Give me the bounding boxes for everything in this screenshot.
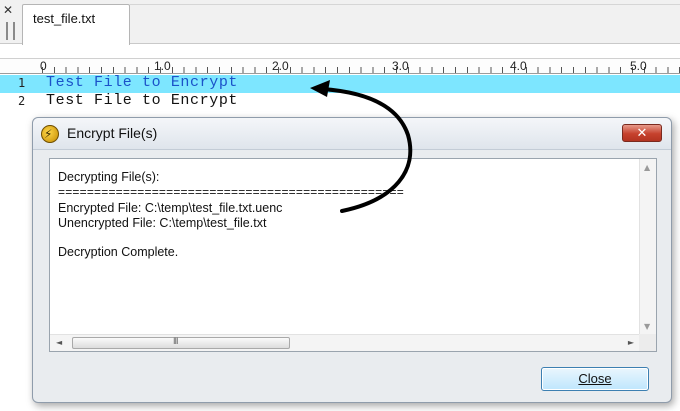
scrollbar-corner (639, 334, 656, 351)
log-separator: ========================================… (58, 185, 404, 199)
encrypt-tool-icon: ⚡ (41, 125, 59, 143)
ruler-label: 2.0 (272, 59, 289, 73)
ruler-label: 1.0 (154, 59, 171, 73)
scroll-left-icon[interactable]: ◄ (56, 338, 62, 347)
tab-test-file[interactable]: test_file.txt (22, 4, 130, 45)
grip-handle[interactable] (6, 22, 15, 40)
output-log[interactable]: Decrypting File(s): ====================… (49, 158, 657, 352)
log-line: Unencrypted File: C:\temp\test_file.txt (58, 216, 267, 230)
dialog-titlebar[interactable]: ⚡ Encrypt File(s) ✕ (33, 118, 671, 150)
scroll-up-icon[interactable]: ▲ (644, 163, 650, 172)
scrollbar-thumb[interactable]: III (72, 336, 290, 349)
log-line: Encrypted File: C:\temp\test_file.txt.ue… (58, 201, 283, 215)
scroll-right-icon[interactable]: ► (628, 338, 634, 347)
close-button[interactable]: Close (541, 367, 649, 391)
close-button-label: Close (578, 371, 612, 386)
encrypt-files-dialog: ⚡ Encrypt File(s) ✕ Decrypting File(s): … (32, 117, 672, 403)
horizontal-scrollbar[interactable]: ◄ III ► (50, 334, 640, 351)
ruler-label: 3.0 (392, 59, 409, 73)
log-line: Decryption Complete. (58, 245, 179, 259)
ruler-label: 5.0 (630, 59, 647, 73)
tab-label: test_file.txt (33, 11, 96, 26)
tab-bar: ✕ test_file.txt (0, 0, 680, 45)
scroll-down-icon[interactable]: ▼ (644, 322, 650, 331)
dialog-title: Encrypt File(s) (67, 125, 158, 141)
ruler-label: 4.0 (510, 59, 527, 73)
tab-divider (130, 4, 680, 5)
line-number: 1 (18, 76, 26, 90)
dialog-close-button[interactable]: ✕ (622, 124, 662, 142)
log-line: Decrypting File(s): (58, 170, 160, 184)
editor-line[interactable]: 2 Test File to Encrypt (0, 92, 680, 111)
line-text[interactable]: Test File to Encrypt (46, 92, 238, 109)
editor-line-current[interactable]: 1 Test File to Encrypt (0, 74, 680, 93)
line-text[interactable]: Test File to Encrypt (46, 74, 238, 91)
ruler-label: 0 (40, 59, 47, 73)
ruler: 0 1.0 2.0 3.0 4.0 5.0 (0, 58, 680, 74)
line-number: 2 (18, 94, 26, 108)
vertical-scrollbar[interactable]: ▲ ▼ (639, 159, 656, 335)
ruler-ticks (42, 67, 680, 73)
thumb-grip: III (173, 336, 178, 346)
close-tab-icon[interactable]: ✕ (3, 4, 15, 16)
close-icon: ✕ (636, 125, 648, 140)
